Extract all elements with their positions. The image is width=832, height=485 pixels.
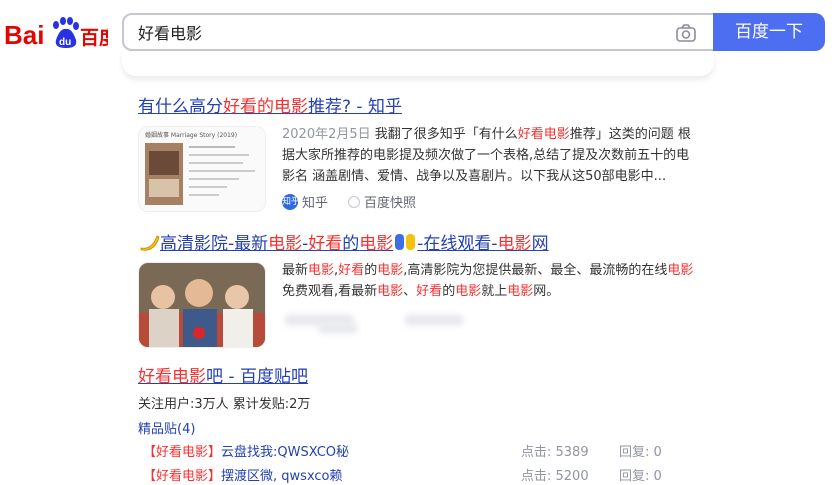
result-1: 有什么高分好看的电影推荐? - 知乎 xyxy=(138,96,402,118)
post-clicks: 点击: 5389 xyxy=(521,445,589,460)
blurred-source xyxy=(404,314,464,326)
title-part: 的 xyxy=(342,234,360,254)
suggestion-panel-edge xyxy=(122,52,714,76)
snapshot-link[interactable]: 百度快照 xyxy=(364,192,416,211)
post-row: 【好看电影】摆渡区微, qwsxco赖 点击: 5200 回复: 0 xyxy=(143,465,683,485)
snippet-highlight: 好看 xyxy=(338,263,365,278)
result-3-title[interactable]: 好看电影吧 - 百度贴吧 xyxy=(138,366,308,388)
baidu-logo[interactable]: Bai du 百度 xyxy=(4,12,108,54)
source-name[interactable]: 知乎 xyxy=(302,192,328,211)
thumbnail-caption: 婚姻故事 Marriage Story (2019) xyxy=(145,132,238,139)
result-1-source: 知乎 知乎 百度快照 xyxy=(282,192,416,211)
post-tag: 【好看电影】 xyxy=(143,445,222,460)
camera-icon[interactable] xyxy=(675,23,697,43)
title-part: 高清影院-最新 xyxy=(160,234,269,254)
result-3: 好看电影吧 - 百度贴吧 xyxy=(138,366,308,388)
result-1-title[interactable]: 有什么高分好看的电影推荐? - 知乎 xyxy=(138,96,402,118)
thumbnail-image xyxy=(139,263,265,347)
featured-posts-link[interactable]: 精品贴(4) xyxy=(138,418,195,437)
banana-emoji-icon xyxy=(140,235,160,251)
svg-text:Bai: Bai xyxy=(4,20,44,50)
post-tag: 【好看电影】 xyxy=(143,469,222,484)
snippet-text: 免费观看,看最新 xyxy=(282,284,378,299)
post-clicks: 点击: 5200 xyxy=(521,469,589,484)
title-highlight: 好看电影 xyxy=(138,367,206,387)
title-part: 吧 - 百度贴吧 xyxy=(206,367,308,387)
snippet-text: 最新 xyxy=(282,263,309,278)
title-part: 网 xyxy=(531,234,549,254)
search-box xyxy=(122,13,714,51)
snippet-highlight: 电影 xyxy=(455,284,482,299)
snippet-highlight: 电影 xyxy=(667,263,694,278)
zhihu-icon: 知乎 xyxy=(282,193,300,210)
title-highlight: 好看 xyxy=(308,234,343,254)
snippet-text: 我翻了很多知乎「有什么 xyxy=(370,127,518,142)
snippet-highlight: 好看电影 xyxy=(517,127,570,142)
title-highlight: 电影 xyxy=(268,234,303,254)
blurred-source xyxy=(318,322,358,334)
post-title[interactable]: 【好看电影】摆渡区微, qwsxco赖 xyxy=(143,465,343,484)
title-highlight: 电影 xyxy=(274,97,308,117)
snapshot-icon xyxy=(348,195,361,208)
snippet-date: 2020年2月5日 xyxy=(282,127,371,142)
dancers-emoji-icon xyxy=(395,234,416,250)
title-highlight: 电影 xyxy=(359,234,394,254)
post-replies: 回复: 0 xyxy=(619,445,662,460)
result-2-title[interactable]: 高清影院-最新电影-好看的电影 -在线观看-电影网 xyxy=(138,232,549,255)
result-2-thumbnail[interactable] xyxy=(138,262,266,348)
snippet-highlight: 好看 xyxy=(416,284,443,299)
snippet-highlight: 电影 xyxy=(377,284,404,299)
result-2-snippet: 最新电影,好看的电影,高清影院为您提供最新、最全、最流畅的在线电影免费观看,看最… xyxy=(282,260,702,302)
post-replies: 回复: 0 xyxy=(619,469,662,484)
snippet-text: 、 xyxy=(403,284,417,299)
post-title[interactable]: 【好看电影】云盘找我:QWSXCO秘 xyxy=(143,441,349,460)
title-part: 推荐? - 知乎 xyxy=(308,97,402,117)
post-row: 【好看电影】云盘找我:QWSXCO秘 点击: 5389 回复: 0 xyxy=(143,441,683,461)
snippet-text: 的 xyxy=(442,284,456,299)
svg-text:百度: 百度 xyxy=(80,26,108,49)
svg-text:du: du xyxy=(59,37,71,48)
post-text: 摆渡区微, qwsxco赖 xyxy=(221,469,343,484)
result-1-snippet: 2020年2月5日 我翻了很多知乎「有什么好看电影推荐」这类的问题 根据大家所推… xyxy=(282,124,702,187)
snippet-text: 的 xyxy=(364,263,378,278)
thumbnail-image xyxy=(139,127,265,211)
snippet-text: ,高清影院为您提供最新、最全、最流畅的在线 xyxy=(403,263,668,278)
search-input[interactable] xyxy=(138,15,658,49)
title-part: 有什么高分 xyxy=(138,97,223,117)
title-highlight: 好看的 xyxy=(223,97,274,117)
title-part: -在线观看- xyxy=(417,234,498,254)
snippet-highlight: 电影 xyxy=(507,284,534,299)
post-text: 云盘找我:QWSXCO秘 xyxy=(221,445,350,460)
tieba-stats: 关注用户:3万人 累计发贴:2万 xyxy=(138,397,311,412)
title-highlight: 电影 xyxy=(497,234,532,254)
snippet-text: 就上 xyxy=(481,284,508,299)
snippet-text: 网。 xyxy=(533,284,560,299)
result-1-thumbnail[interactable]: 婚姻故事 Marriage Story (2019) xyxy=(138,126,266,212)
snippet-highlight: 电影 xyxy=(308,263,335,278)
snippet-highlight: 电影 xyxy=(377,263,404,278)
result-2: 高清影院-最新电影-好看的电影 -在线观看-电影网 xyxy=(138,232,549,255)
search-button[interactable]: 百度一下 xyxy=(713,13,825,51)
